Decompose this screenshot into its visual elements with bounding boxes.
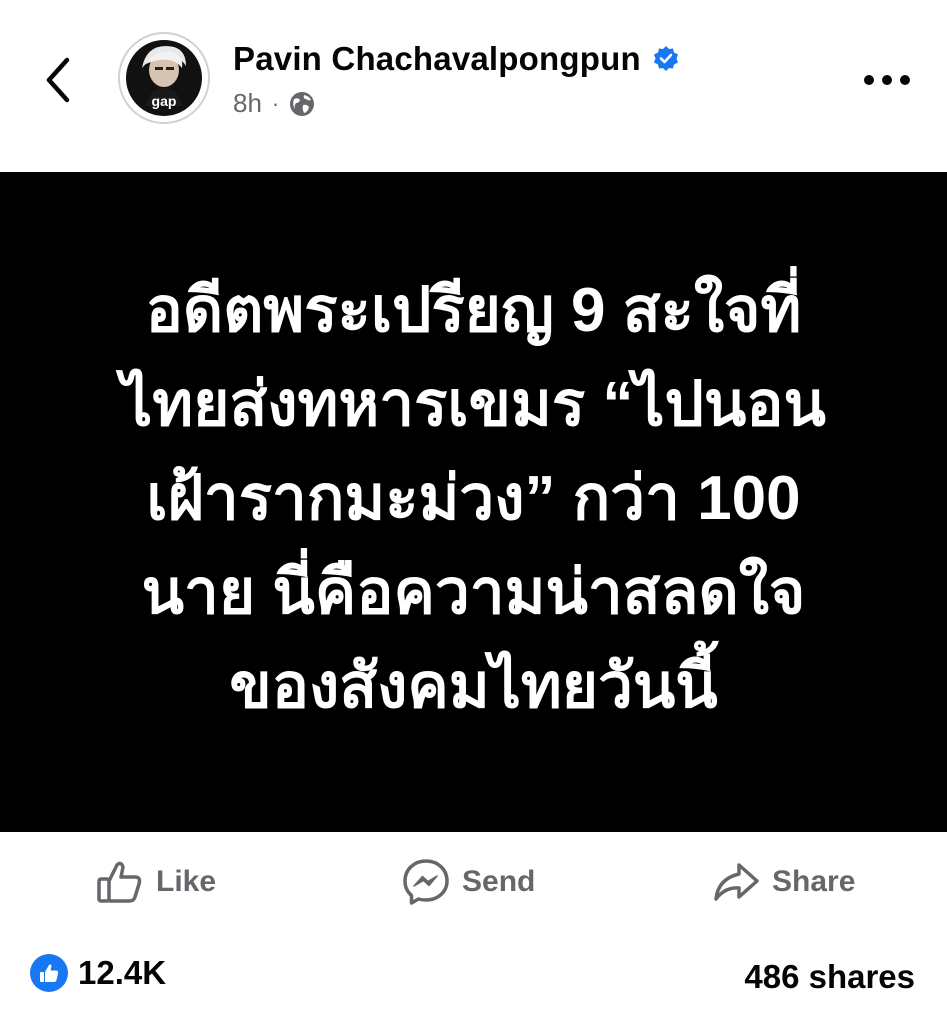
post-image[interactable]: อดีตพระเปรียญ 9 สะใจที่ ไทยส่งทหารเขมร “… xyxy=(0,172,947,832)
send-button[interactable]: Send xyxy=(400,854,535,910)
share-arrow-icon xyxy=(710,856,762,908)
reaction-count: 12.4K xyxy=(78,954,167,991)
post-header: gap Pavin Chachavalpongpun 8h · xyxy=(0,0,947,172)
verified-badge-icon xyxy=(651,44,681,74)
avatar-logo-text: gap xyxy=(152,93,177,109)
share-label: Share xyxy=(772,865,856,898)
post-view: gap Pavin Chachavalpongpun 8h · อดีตพระเ… xyxy=(0,0,947,1024)
thumbs-up-icon xyxy=(94,856,146,908)
post-meta: 8h · xyxy=(233,88,317,119)
back-button[interactable] xyxy=(30,50,86,110)
more-options-button[interactable] xyxy=(857,52,917,108)
chevron-left-icon xyxy=(46,57,70,103)
like-reaction-icon xyxy=(30,954,68,992)
like-button[interactable]: Like xyxy=(94,854,216,910)
action-bar: Like Send Share xyxy=(0,832,947,932)
send-label: Send xyxy=(462,865,536,898)
author-name[interactable]: Pavin Chachavalpongpun xyxy=(233,40,641,78)
post-stats: 12.4K 486 shares xyxy=(0,940,947,1012)
post-image-text: อดีตพระเปรียญ 9 สะใจที่ ไทยส่งทหารเขมร “… xyxy=(121,276,826,721)
post-time[interactable]: 8h xyxy=(233,88,262,119)
meta-separator: · xyxy=(271,90,280,116)
messenger-icon xyxy=(400,856,452,908)
share-count[interactable]: 486 shares xyxy=(744,958,915,996)
reactions-summary[interactable]: 12.4K xyxy=(30,954,166,992)
more-dots-icon xyxy=(864,75,910,85)
globe-icon[interactable] xyxy=(287,89,317,119)
avatar[interactable]: gap xyxy=(118,32,210,124)
like-label: Like xyxy=(156,865,217,898)
author-row: Pavin Chachavalpongpun xyxy=(233,40,681,78)
share-button[interactable]: Share xyxy=(710,854,855,910)
